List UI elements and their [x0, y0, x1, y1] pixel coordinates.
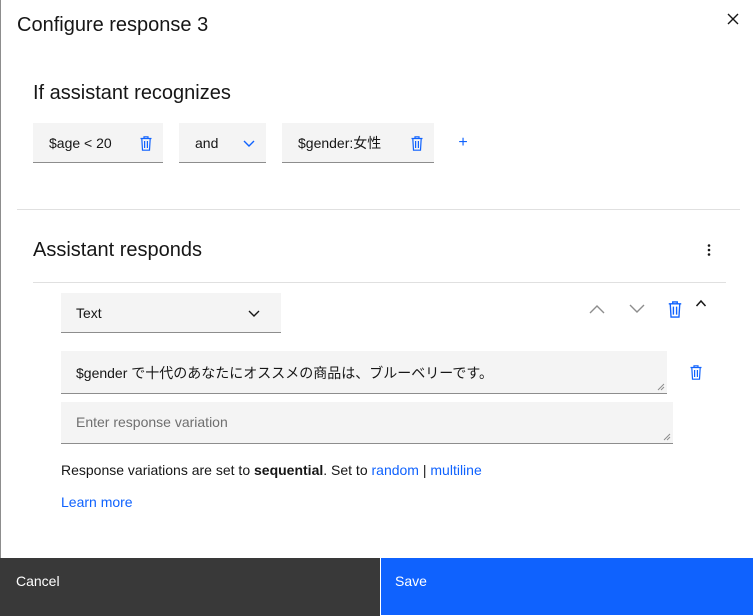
condition-operator-value: and	[195, 134, 219, 151]
variation-info-middle: . Set to	[323, 462, 372, 478]
move-up-button[interactable]	[587, 299, 607, 319]
condition-field-2[interactable]: $gender:女性	[282, 123, 434, 163]
chevron-up-icon	[589, 305, 605, 314]
plus-icon: +	[458, 134, 468, 151]
resize-handle-icon[interactable]	[663, 433, 671, 441]
condition-value-1: $age < 20	[49, 134, 112, 151]
response-variation-1-textarea[interactable]: $gender で十代のあなたにオススメの商品は、ブルーベリーです。	[61, 351, 667, 394]
conditions-heading: If assistant recognizes	[33, 82, 231, 104]
variation-info-separator: |	[418, 462, 431, 478]
delete-condition-1-button[interactable]	[137, 134, 155, 152]
variation-mode-info: Response variations are set to sequentia…	[61, 462, 482, 478]
close-button[interactable]	[722, 8, 744, 30]
response-variation-new-textarea[interactable]: Enter response variation	[61, 402, 673, 444]
trash-icon	[690, 364, 702, 380]
resize-handle-icon[interactable]	[657, 383, 665, 391]
condition-field-1[interactable]: $age < 20	[33, 123, 163, 163]
response-variation-1-text: $gender で十代のあなたにオススメの商品は、ブルーベリーです。	[76, 365, 494, 381]
variation-info-prefix: Response variations are set to	[61, 462, 254, 478]
modal-title: Configure response 3	[17, 14, 209, 36]
trash-icon	[411, 135, 423, 151]
trash-icon	[668, 300, 682, 318]
chevron-down-icon	[248, 310, 260, 317]
chevron-down-icon	[629, 304, 645, 313]
variation-mode-value: sequential	[254, 462, 324, 478]
response-type-dropdown[interactable]: Text	[61, 293, 281, 333]
move-down-button[interactable]	[627, 299, 647, 319]
delete-condition-2-button[interactable]	[408, 134, 426, 152]
trash-icon	[140, 135, 152, 151]
cancel-button[interactable]: Cancel	[0, 558, 380, 616]
random-link[interactable]: random	[372, 462, 419, 478]
response-variation-placeholder: Enter response variation	[76, 414, 228, 430]
cancel-button-label: Cancel	[16, 573, 60, 589]
responds-divider	[33, 282, 726, 283]
condition-operator-dropdown[interactable]: and	[179, 123, 266, 163]
add-condition-button[interactable]: +	[455, 134, 471, 152]
responds-heading: Assistant responds	[33, 239, 202, 261]
delete-response-button[interactable]	[665, 299, 685, 319]
chevron-down-icon	[243, 140, 255, 147]
collapse-response-button[interactable]	[693, 296, 709, 310]
condition-value-2: $gender:女性	[298, 134, 382, 151]
chevron-up-icon	[695, 299, 707, 307]
save-button[interactable]: Save	[380, 558, 754, 616]
section-divider	[17, 209, 740, 210]
overflow-menu-icon	[707, 244, 711, 256]
close-icon	[727, 13, 739, 25]
modal-left-border	[0, 0, 1, 560]
multiline-link[interactable]: multiline	[430, 462, 481, 478]
learn-more-link[interactable]: Learn more	[61, 494, 133, 510]
save-button-label: Save	[395, 573, 427, 589]
delete-variation-1-button[interactable]	[687, 362, 705, 382]
response-type-value: Text	[76, 304, 102, 321]
responds-overflow-menu-button[interactable]	[701, 240, 717, 260]
